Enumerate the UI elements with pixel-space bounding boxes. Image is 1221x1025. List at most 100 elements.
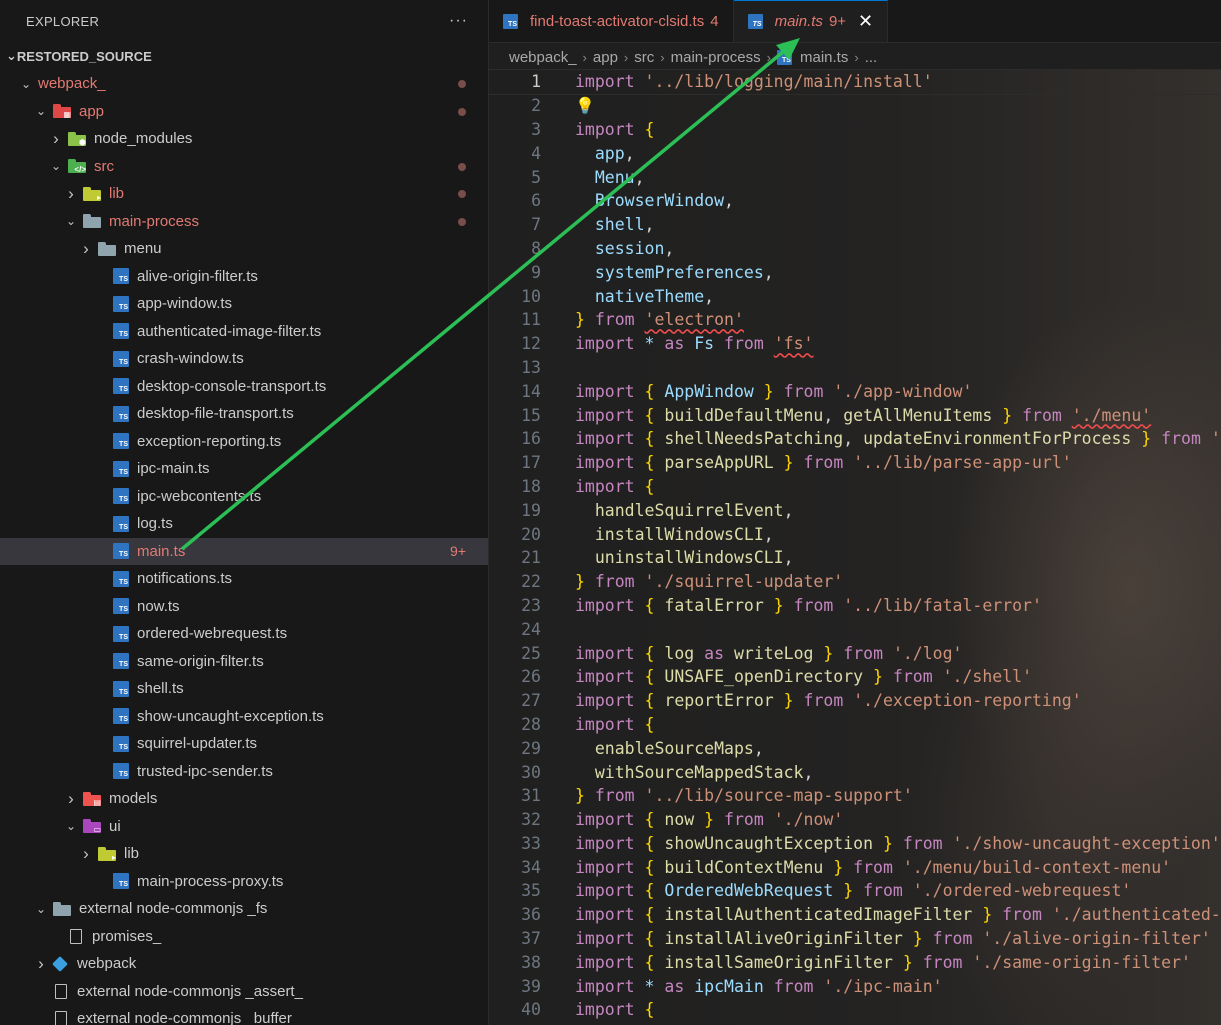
- tree-item[interactable]: › menu: [0, 235, 488, 263]
- code-line[interactable]: 34 import { buildContextMenu } from './me…: [489, 855, 1221, 879]
- code-line[interactable]: 13: [489, 356, 1221, 380]
- code-line[interactable]: 25 import { log as writeLog } from './log…: [489, 641, 1221, 665]
- tab-main-ts[interactable]: TS main.ts 9+ ✕: [733, 0, 889, 42]
- tree-item[interactable]: TS alive-origin-filter.ts: [0, 263, 488, 291]
- code-line[interactable]: 40 import {: [489, 998, 1221, 1022]
- tree-item[interactable]: external node-commonjs _buffer: [0, 1005, 488, 1025]
- code-line[interactable]: 33 import { showUncaughtException } from …: [489, 832, 1221, 856]
- tree-item[interactable]: TS shell.ts: [0, 675, 488, 703]
- tree-item[interactable]: TS squirrel-updater.ts: [0, 730, 488, 758]
- code-line[interactable]: 38 import { installSameOriginFilter } fro…: [489, 950, 1221, 974]
- code-line[interactable]: 37 import { installAliveOriginFilter } fr…: [489, 927, 1221, 951]
- code-line[interactable]: 17 import { parseAppURL } from '../lib/pa…: [489, 451, 1221, 475]
- tree-item[interactable]: TS ipc-main.ts: [0, 455, 488, 483]
- code-line[interactable]: 3 import {: [489, 118, 1221, 142]
- code-line[interactable]: 27 import { reportError } from './excepti…: [489, 689, 1221, 713]
- tree-item[interactable]: TS main-process-proxy.ts: [0, 868, 488, 896]
- code-line[interactable]: 4 app,: [489, 141, 1221, 165]
- code-token: import: [575, 334, 645, 354]
- tree-item[interactable]: TS log.ts: [0, 510, 488, 538]
- breadcrumb-item[interactable]: ...: [865, 49, 878, 66]
- lightbulb-icon[interactable]: 💡: [575, 96, 595, 115]
- code-line[interactable]: 28 import {: [489, 713, 1221, 737]
- tree-item[interactable]: › ⬢ node_modules: [0, 125, 488, 153]
- code-line[interactable]: 21 uninstallWindowsCLI,: [489, 546, 1221, 570]
- code-line[interactable]: 18 import {: [489, 475, 1221, 499]
- code-line[interactable]: 29 enableSourceMaps,: [489, 736, 1221, 760]
- code-line[interactable]: 24: [489, 617, 1221, 641]
- code-line[interactable]: 35 import { OrderedWebRequest } from './o…: [489, 879, 1221, 903]
- code-token: shell: [594, 215, 645, 235]
- tree-item[interactable]: TS notifications.ts: [0, 565, 488, 593]
- code-line[interactable]: 15 import { buildDefaultMenu, getAllMenuI…: [489, 403, 1221, 427]
- breadcrumb-item[interactable]: webpack_: [509, 49, 577, 66]
- tree-item[interactable]: TS exception-reporting.ts: [0, 428, 488, 456]
- tree-item[interactable]: ⌄ ▭ ui: [0, 813, 488, 841]
- code-line[interactable]: 26 import { UNSAFE_openDirectory } from '…: [489, 665, 1221, 689]
- code-line[interactable]: 30 withSourceMappedStack,: [489, 760, 1221, 784]
- code-token: './app-window': [833, 381, 973, 401]
- tree-item[interactable]: › ▸ lib: [0, 840, 488, 868]
- tree-item[interactable]: › ▸ lib: [0, 180, 488, 208]
- tree-item[interactable]: › webpack: [0, 950, 488, 978]
- tree-item[interactable]: ⌄ main-process: [0, 208, 488, 236]
- tree-item[interactable]: ⌄ </> src: [0, 153, 488, 181]
- code-line[interactable]: 6 BrowserWindow,: [489, 189, 1221, 213]
- code-line[interactable]: 31} from '../lib/source-map-support': [489, 784, 1221, 808]
- tree-item[interactable]: TS now.ts: [0, 593, 488, 621]
- tree-item[interactable]: ⌄ ▦ app: [0, 98, 488, 126]
- code-line[interactable]: 10 nativeTheme,: [489, 284, 1221, 308]
- tree-item[interactable]: TS main.ts 9+: [0, 537, 488, 565]
- code-line[interactable]: 7 shell,: [489, 213, 1221, 237]
- code-line[interactable]: 19 handleSquirrelEvent,: [489, 498, 1221, 522]
- tree-item-label: main-process-proxy.ts: [137, 872, 284, 890]
- code-token: UNSAFE_openDirectory: [664, 667, 874, 687]
- code-editor[interactable]: 1 import '../lib/logging/main/install' 2 💡 3…: [489, 69, 1221, 1022]
- tree-item[interactable]: TS desktop-file-transport.ts: [0, 400, 488, 428]
- code-line[interactable]: 23 import { fatalError } from '../lib/fat…: [489, 594, 1221, 618]
- tree-item[interactable]: TS same-origin-filter.ts: [0, 648, 488, 676]
- code-line[interactable]: 8 session,: [489, 237, 1221, 261]
- code-line[interactable]: 16 import { shellNeedsPatching, updateEnv…: [489, 427, 1221, 451]
- tree-item[interactable]: TS show-uncaught-exception.ts: [0, 703, 488, 731]
- tree-item[interactable]: promises_: [0, 923, 488, 951]
- code-line[interactable]: 12 import * as Fs from 'fs': [489, 332, 1221, 356]
- chevron-right-icon: ›: [766, 49, 771, 65]
- tree-item[interactable]: ⌄ external node-commonjs _fs: [0, 895, 488, 923]
- more-actions-icon[interactable]: ···: [449, 12, 468, 30]
- workspace-section-header[interactable]: ⌄ RESTORED_SOURCE: [0, 42, 488, 70]
- line-number: 33: [521, 833, 541, 853]
- tree-item[interactable]: TS ipc-webcontents.ts: [0, 483, 488, 511]
- tab-find-toast-activator[interactable]: TS find-toast-activator-clsid.ts 4: [489, 0, 734, 42]
- code-token: from: [783, 595, 844, 615]
- code-line[interactable]: 2 💡: [489, 94, 1221, 118]
- code-token: ,: [823, 405, 844, 425]
- tree-item[interactable]: TS authenticated-image-filter.ts: [0, 318, 488, 346]
- code-line[interactable]: 9 systemPreferences,: [489, 260, 1221, 284]
- tree-item[interactable]: TS desktop-console-transport.ts: [0, 373, 488, 401]
- code-line[interactable]: 11} from 'electron': [489, 308, 1221, 332]
- breadcrumb-item[interactable]: main-process: [671, 49, 761, 66]
- breadcrumb-item[interactable]: src: [634, 49, 654, 66]
- tree-item[interactable]: ⌄ webpack_: [0, 70, 488, 98]
- code-line[interactable]: 36 import { installAuthenticatedImageFilt…: [489, 903, 1221, 927]
- breadcrumb-item[interactable]: app: [593, 49, 618, 66]
- tree-item-label: notifications.ts: [137, 570, 233, 588]
- tree-item[interactable]: TS app-window.ts: [0, 290, 488, 318]
- code-line[interactable]: 14 import { AppWindow } from './app-windo…: [489, 379, 1221, 403]
- code-line[interactable]: 5 Menu,: [489, 165, 1221, 189]
- code-line[interactable]: 39 import * as ipcMain from './ipc-main': [489, 974, 1221, 998]
- tree-item[interactable]: TS ordered-webrequest.ts: [0, 620, 488, 648]
- tree-item[interactable]: external node-commonjs _assert_: [0, 978, 488, 1006]
- code-token: ,: [704, 286, 715, 306]
- tree-item[interactable]: › ▤ models: [0, 785, 488, 813]
- tree-item[interactable]: TS trusted-ipc-sender.ts: [0, 758, 488, 786]
- tree-item[interactable]: TS crash-window.ts: [0, 345, 488, 373]
- close-icon[interactable]: ✕: [858, 11, 873, 32]
- breadcrumb-item[interactable]: main.ts: [800, 49, 848, 66]
- code-line[interactable]: 32 import { now } from './now': [489, 808, 1221, 832]
- code-line[interactable]: 20 installWindowsCLI,: [489, 522, 1221, 546]
- code-line[interactable]: 1 import '../lib/logging/main/install': [489, 69, 1221, 95]
- code-line[interactable]: 22} from './squirrel-updater': [489, 570, 1221, 594]
